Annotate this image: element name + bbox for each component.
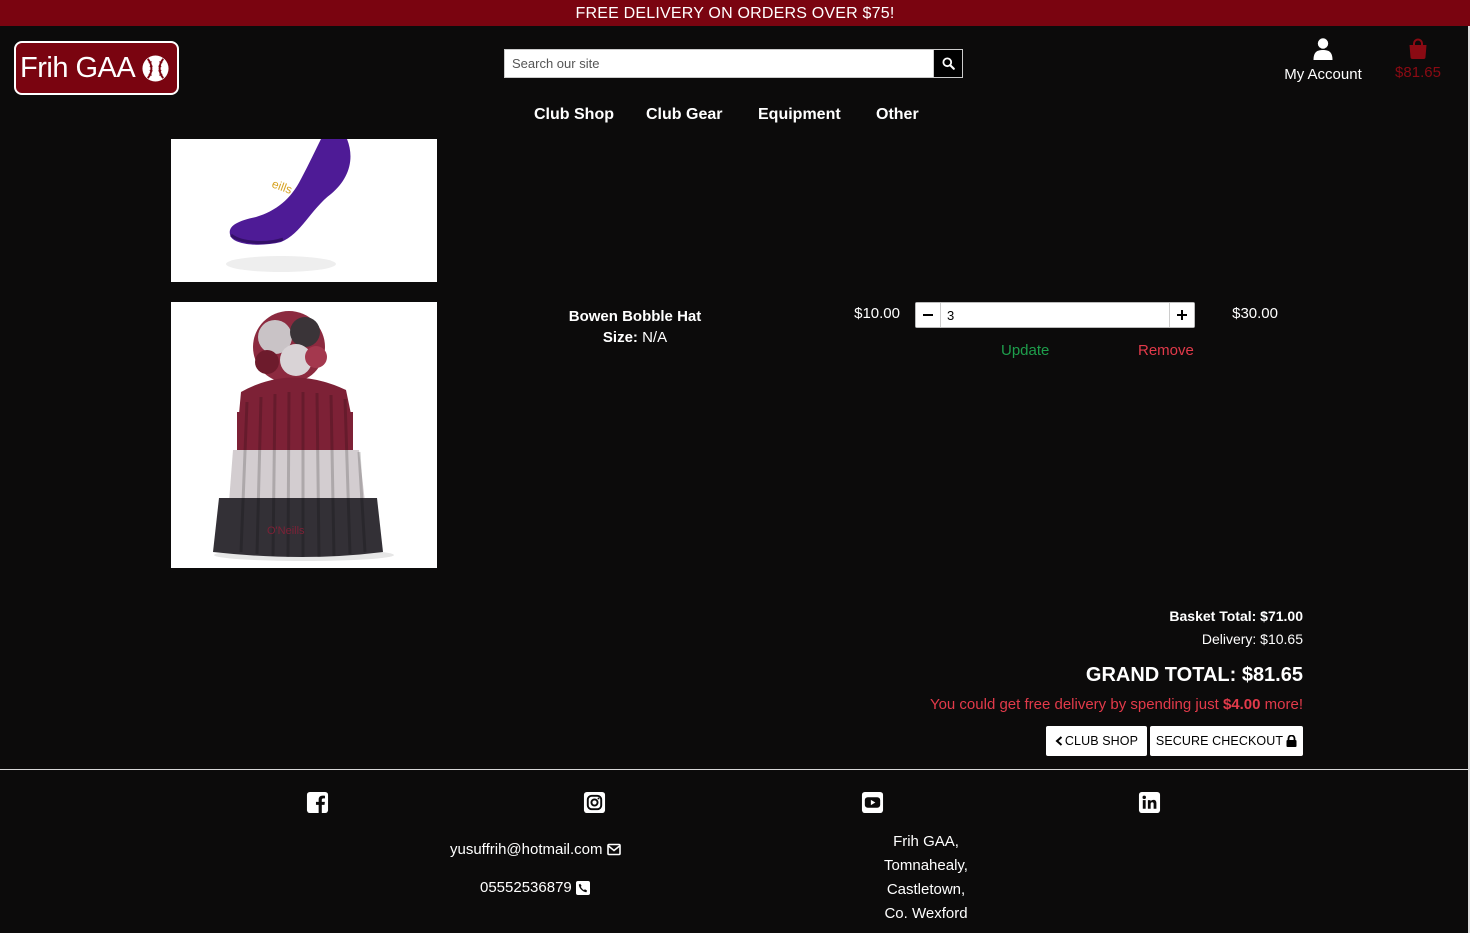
size-label: Size:: [602, 329, 638, 346]
svg-text:eills: eills: [270, 177, 294, 197]
product-name: Bowen Bobble Hat: [568, 308, 702, 325]
nav-equipment[interactable]: Equipment: [758, 106, 841, 124]
free-delivery-amount: $4.00: [1222, 696, 1261, 713]
sock-image: eills: [226, 139, 351, 272]
minus-icon: [923, 314, 933, 316]
footer-email[interactable]: yusuffrih@hotmail.com: [450, 841, 621, 858]
increment-quantity-button[interactable]: [1169, 303, 1194, 327]
facebook-icon[interactable]: [306, 791, 329, 814]
update-link[interactable]: Update: [1001, 342, 1049, 359]
search-input[interactable]: [504, 49, 933, 78]
plus-icon: [1177, 310, 1187, 320]
footer-divider: [0, 769, 1468, 770]
product-price: $10.00: [854, 305, 900, 322]
sliotar-icon: [142, 54, 169, 82]
bag-total: $81.65: [1395, 64, 1441, 81]
lock-icon: [1286, 735, 1297, 747]
envelope-icon: [606, 843, 621, 856]
delivery-cost: Delivery: $10.65: [1201, 631, 1303, 647]
address-line: Co. Wexford: [884, 905, 968, 922]
club-shop-button-label: CLUB SHOP: [1064, 734, 1139, 748]
address-line: Frih GAA,: [893, 833, 959, 850]
my-account-label: My Account: [1284, 66, 1362, 83]
address-line: Castletown,: [886, 881, 966, 898]
quantity-stepper: [915, 302, 1195, 328]
basket-total: Basket Total: $71.00: [1169, 608, 1303, 624]
decrement-quantity-button[interactable]: [916, 303, 941, 327]
instagram-icon[interactable]: [583, 791, 606, 814]
free-delivery-message: You could get free delivery by spending …: [930, 696, 1303, 713]
club-shop-button[interactable]: CLUB SHOP: [1046, 726, 1147, 756]
search-icon: [941, 57, 955, 70]
remove-link[interactable]: Remove: [1138, 342, 1194, 359]
my-account-link[interactable]: My Account: [1272, 38, 1374, 83]
size-value: N/A: [642, 329, 668, 346]
footer-phone[interactable]: 05552536879: [480, 879, 590, 896]
secure-checkout-button[interactable]: SECURE CHECKOUT: [1150, 726, 1303, 756]
nav-club-gear[interactable]: Club Gear: [646, 106, 722, 124]
user-icon: [1313, 38, 1333, 60]
nav-other[interactable]: Other: [876, 106, 919, 124]
quantity-input[interactable]: [941, 303, 1169, 327]
site-logo[interactable]: Frih GAA: [14, 41, 179, 95]
shopping-bag-icon: [1409, 38, 1427, 59]
bobble-hat-picture: O'Neills: [213, 311, 394, 561]
bobble-hat-image: O'Neills: [171, 302, 437, 568]
search-button[interactable]: [933, 49, 963, 78]
footer-address: Frih GAA, Tomnahealy, Castletown, Co. We…: [866, 830, 986, 926]
grand-total: GRAND TOTAL: $81.65: [1085, 664, 1303, 686]
site-search: [504, 49, 963, 78]
main-nav: Club Shop Club Gear Equipment Other: [0, 106, 1470, 130]
phone-icon: [575, 880, 590, 895]
free-delivery-prefix: You could get free delivery by spending …: [929, 696, 1219, 713]
sock-product-image: eills: [171, 139, 437, 282]
linkedin-icon[interactable]: [1138, 791, 1161, 814]
free-delivery-suffix: more!: [1264, 696, 1303, 713]
checkout-button-label: SECURE CHECKOUT: [1155, 734, 1284, 748]
nav-club-shop[interactable]: Club Shop: [534, 106, 614, 124]
phone-text: 05552536879: [480, 879, 572, 896]
svg-text:O'Neills: O'Neills: [267, 525, 305, 537]
email-text: yusuffrih@hotmail.com: [450, 841, 603, 858]
product-size: Size: N/A: [540, 329, 730, 347]
shopping-bag-link[interactable]: $81.65: [1384, 38, 1452, 81]
chevron-left-icon: [1055, 736, 1063, 746]
address-line: Tomnahealy,: [884, 857, 968, 874]
youtube-icon[interactable]: [861, 791, 884, 814]
free-delivery-banner: FREE DELIVERY ON ORDERS OVER $75!: [0, 0, 1470, 26]
logo-text: Frih GAA: [20, 51, 136, 84]
line-subtotal: $30.00: [1232, 305, 1278, 322]
